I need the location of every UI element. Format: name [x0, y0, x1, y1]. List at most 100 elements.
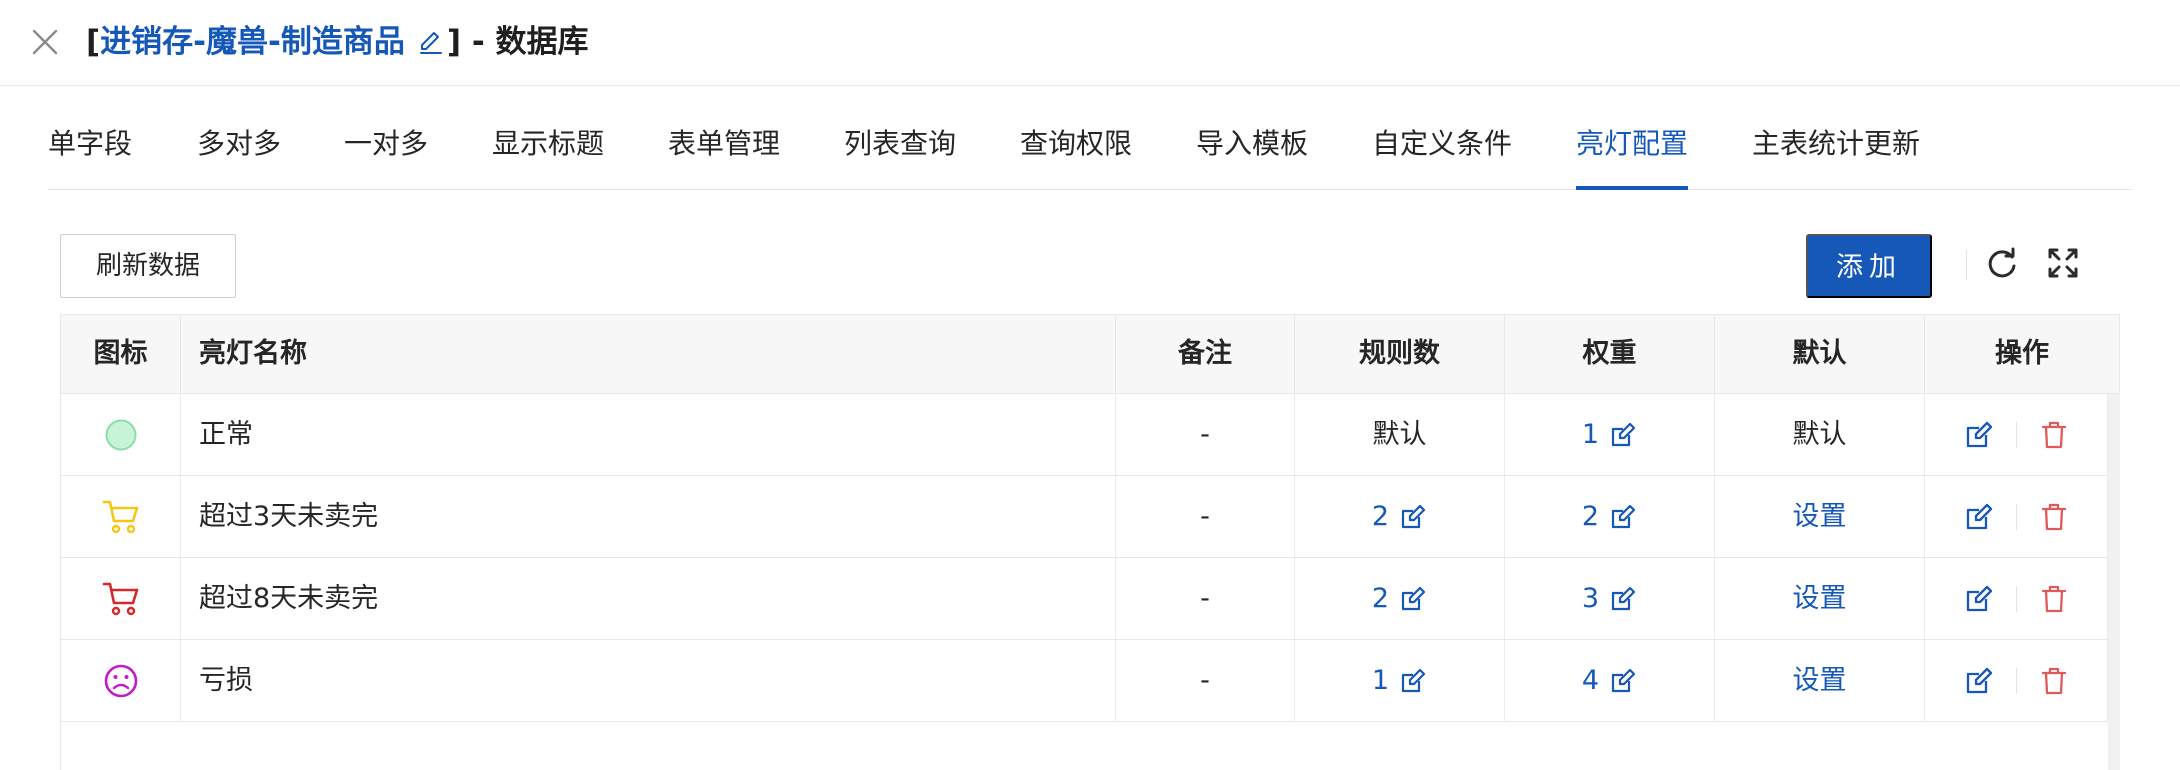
- cart-icon: [102, 500, 138, 533]
- rule-count-edit-link[interactable]: 2: [1372, 558, 1427, 639]
- light-name: 超过3天未卖完: [181, 476, 1116, 557]
- rule-count-cell: 2: [1295, 558, 1505, 639]
- icon-cell: [61, 394, 181, 475]
- weight-edit-link[interactable]: 1: [1582, 394, 1637, 475]
- edit-icon: [1611, 422, 1636, 446]
- table-row: 正常 - 默认 1 默认: [61, 394, 2108, 476]
- remark: -: [1116, 476, 1295, 557]
- tab-import-template[interactable]: 导入模板: [1196, 124, 1308, 164]
- tab-bar: 单字段 多对多 一对多 显示标题 表单管理 列表查询 查询权限 导入模板 自定义…: [48, 86, 2132, 190]
- default-cell: 设置: [1715, 558, 1925, 639]
- weight-value: 4: [1581, 665, 1600, 696]
- edit-icon[interactable]: [1964, 584, 1994, 614]
- column-header-rule-count: 规则数: [1295, 315, 1505, 393]
- column-header-default: 默认: [1715, 315, 1925, 393]
- column-header-remark: 备注: [1116, 315, 1295, 393]
- icon-cell: [61, 476, 181, 557]
- action-divider: [2015, 667, 2017, 694]
- active-tab-indicator: [1576, 186, 1688, 190]
- weight-edit-link[interactable]: 4: [1582, 640, 1637, 721]
- weight-cell: 3: [1505, 558, 1715, 639]
- edit-icon: [1401, 586, 1426, 610]
- tab-custom-conditions[interactable]: 自定义条件: [1372, 124, 1512, 164]
- trash-icon[interactable]: [2039, 584, 2069, 614]
- default-cell: 设置: [1715, 476, 1925, 557]
- fullscreen-icon[interactable]: [2046, 246, 2080, 280]
- tab-one-to-many[interactable]: 一对多: [344, 124, 428, 164]
- action-divider: [2015, 585, 2017, 612]
- reload-icon[interactable]: [1984, 246, 2020, 282]
- close-icon[interactable]: [30, 27, 60, 57]
- weight-edit-link[interactable]: 2: [1582, 476, 1637, 557]
- rule-count-cell: 2: [1295, 476, 1505, 557]
- rule-count-edit-link[interactable]: 1: [1372, 640, 1427, 721]
- actions-cell: [1925, 476, 2108, 557]
- tab-master-stats-update[interactable]: 主表统计更新: [1752, 124, 1920, 164]
- light-name: 正常: [181, 394, 1116, 475]
- action-divider: [2015, 503, 2017, 530]
- title-suffix: - 数据库: [461, 24, 589, 60]
- trash-icon[interactable]: [2039, 420, 2069, 450]
- table-header: 图标 亮灯名称 备注 规则数 权重 默认 操作: [61, 315, 2120, 394]
- weight-cell: 2: [1505, 476, 1715, 557]
- default-value: 默认: [1715, 394, 1925, 475]
- light-config-table: 图标 亮灯名称 备注 规则数 权重 默认 操作 正常 - 默认 1 默认 超过3…: [60, 314, 2120, 770]
- tab-form-management[interactable]: 表单管理: [668, 124, 780, 164]
- set-default-link[interactable]: 设置: [1793, 501, 1847, 532]
- title-bracket-open: [: [86, 24, 101, 60]
- weight-edit-link[interactable]: 3: [1582, 558, 1637, 639]
- tab-list-query[interactable]: 列表查询: [844, 124, 956, 164]
- table-row: 超过8天未卖完 - 2 3 设置: [61, 558, 2108, 640]
- tab-display-title[interactable]: 显示标题: [492, 124, 604, 164]
- trash-icon[interactable]: [2039, 666, 2069, 696]
- cart-icon: [102, 582, 138, 615]
- edit-icon: [1611, 586, 1636, 610]
- tab-light-config[interactable]: 亮灯配置: [1576, 124, 1688, 164]
- vertical-scrollbar[interactable]: [2108, 394, 2120, 770]
- add-button[interactable]: 添加: [1806, 234, 1932, 298]
- pencil-icon[interactable]: [417, 28, 445, 56]
- trash-icon[interactable]: [2039, 502, 2069, 532]
- actions-cell: [1925, 394, 2108, 475]
- table-row: 超过3天未卖完 - 2 2 设置: [61, 476, 2108, 558]
- remark: -: [1116, 394, 1295, 475]
- column-header-actions: 操作: [1925, 315, 2120, 393]
- tab-query-permission[interactable]: 查询权限: [1020, 124, 1132, 164]
- light-name: 超过8天未卖完: [181, 558, 1116, 639]
- refresh-data-button[interactable]: 刷新数据: [60, 234, 236, 298]
- title-bracket-close: ]: [446, 24, 462, 60]
- rule-count-value: 2: [1371, 501, 1390, 532]
- edit-icon: [1401, 668, 1426, 692]
- edit-icon[interactable]: [1964, 502, 1994, 532]
- edit-icon: [1611, 668, 1636, 692]
- light-name: 亏损: [181, 640, 1116, 721]
- remark: -: [1116, 640, 1295, 721]
- table-row: 亏损 - 1 4 设置: [61, 640, 2108, 722]
- weight-cell: 1: [1505, 394, 1715, 475]
- sad-face-icon: [104, 664, 137, 697]
- toolbar-divider: [1966, 250, 1967, 280]
- set-default-link[interactable]: 设置: [1793, 583, 1847, 614]
- weight-value: 2: [1581, 501, 1600, 532]
- weight-value: 1: [1581, 419, 1600, 450]
- column-header-weight: 权重: [1505, 315, 1715, 393]
- edit-icon: [1611, 504, 1636, 528]
- icon-cell: [61, 640, 181, 721]
- edit-icon[interactable]: [1964, 666, 1994, 696]
- action-divider: [2015, 421, 2017, 448]
- circle-icon: [105, 419, 136, 450]
- rule-count-value: 1: [1371, 665, 1390, 696]
- rule-count-cell: 1: [1295, 640, 1505, 721]
- edit-icon: [1401, 504, 1426, 528]
- actions-cell: [1925, 558, 2108, 639]
- remark: -: [1116, 558, 1295, 639]
- tab-single-field[interactable]: 单字段: [48, 124, 132, 164]
- rule-count: 默认: [1295, 394, 1505, 475]
- tab-many-to-many[interactable]: 多对多: [197, 124, 281, 164]
- set-default-link[interactable]: 设置: [1793, 665, 1847, 696]
- title-link[interactable]: 进销存-魔兽-制造商品: [100, 20, 405, 64]
- dialog-header: [ 进销存-魔兽-制造商品 ] - 数据库: [0, 0, 2180, 86]
- rule-count-edit-link[interactable]: 2: [1372, 476, 1427, 557]
- edit-icon[interactable]: [1964, 420, 1994, 450]
- column-header-light-name: 亮灯名称: [181, 315, 1116, 393]
